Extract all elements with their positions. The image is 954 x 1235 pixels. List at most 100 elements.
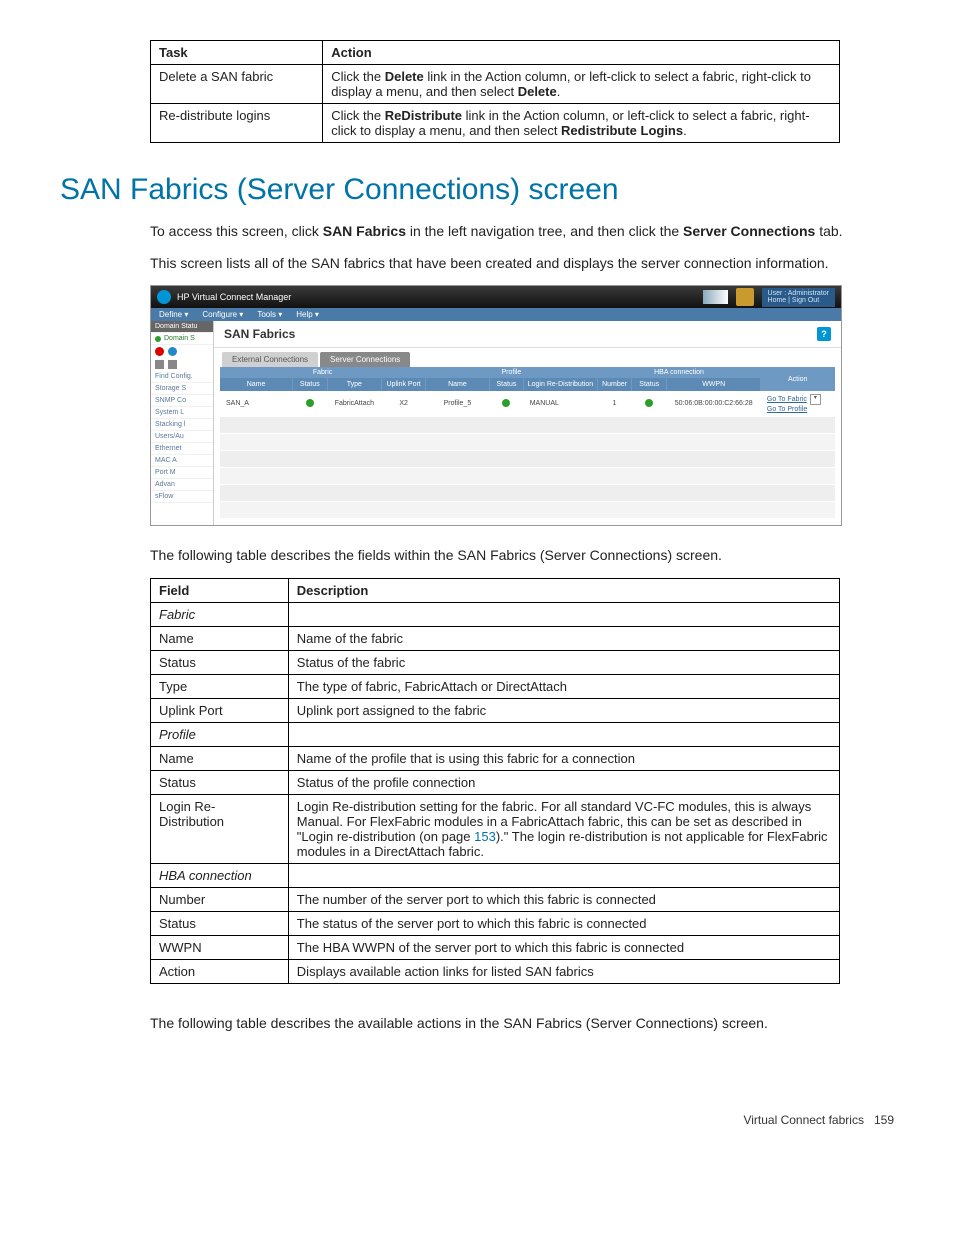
cell-action: Click the ReDistribute link in the Actio… <box>323 104 840 143</box>
filter-icon[interactable] <box>168 347 177 356</box>
status-ok-icon <box>502 399 510 407</box>
user-info-box[interactable]: User : Administrator Home | Sign Out <box>762 288 835 307</box>
app-titlebar: HP Virtual Connect Manager User : Admini… <box>151 286 841 308</box>
table-row: NameName of the fabric <box>151 626 840 650</box>
tab-external-connections[interactable]: External Connections <box>222 352 318 367</box>
table-row: ActionDisplays available action links fo… <box>151 959 840 983</box>
cell-task: Delete a SAN fabric <box>151 65 323 104</box>
cell-action: Click the Delete link in the Action colu… <box>323 65 840 104</box>
cell-task: Re-distribute logins <box>151 104 323 143</box>
cell-status <box>293 391 328 417</box>
table-row-empty <box>220 434 835 451</box>
sidebar-item[interactable]: Storage S <box>151 383 213 395</box>
table-row[interactable]: SAN_A FabricAttach X2 Profile_5 MANUAL 1… <box>220 391 835 417</box>
cell-fabric-name: SAN_A <box>220 391 293 417</box>
table-row: NameName of the profile that is using th… <box>151 746 840 770</box>
status-ok-icon <box>645 399 653 407</box>
sidebar-item[interactable]: sFlow <box>151 491 213 503</box>
home-icon[interactable] <box>736 288 754 306</box>
cell-uplink: X2 <box>382 391 426 417</box>
table-row: NumberThe number of the server port to w… <box>151 887 840 911</box>
table-row-empty <box>220 451 835 468</box>
col-pstatus: Status <box>489 378 524 391</box>
table-row: StatusStatus of the profile connection <box>151 770 840 794</box>
menu-define[interactable]: Define ▾ <box>159 310 188 319</box>
col-login: Login Re-Distribution <box>524 378 597 391</box>
intro-para-2: This screen lists all of the SAN fabrics… <box>150 254 894 274</box>
table-row: HBA connection <box>151 863 840 887</box>
th-field: Field <box>151 578 289 602</box>
table-row: WWPNThe HBA WWPN of the server port to w… <box>151 935 840 959</box>
task-action-table: Task Action Delete a SAN fabric Click th… <box>150 40 840 143</box>
status-ok-icon <box>306 399 314 407</box>
sidebar-item[interactable]: Users/Au <box>151 431 213 443</box>
cell-hstatus <box>632 391 667 417</box>
hardware-icon[interactable] <box>155 360 164 369</box>
app-title: HP Virtual Connect Manager <box>177 292 291 302</box>
cell-profile-name: Profile_5 <box>426 391 490 417</box>
col-group-fabric: Fabric <box>220 367 426 378</box>
page-title-bar: SAN Fabrics ? <box>214 321 841 348</box>
table3-intro: The following table describes the availa… <box>150 1014 894 1034</box>
go-to-fabric-link[interactable]: Go To Fabric <box>767 396 807 403</box>
section-heading: SAN Fabrics (Server Connections) screen <box>60 173 894 207</box>
go-to-profile-link[interactable]: Go To Profile <box>767 406 807 413</box>
menu-tools[interactable]: Tools ▾ <box>257 310 282 319</box>
table-row-empty <box>220 417 835 434</box>
table-header-row: Task Action <box>151 41 840 65</box>
cell-wwpn: 50:06:0B:00:00:C2:66:28 <box>666 391 760 417</box>
table-row-empty <box>220 502 835 519</box>
hardware-icon[interactable] <box>168 360 177 369</box>
table-row: Uplink PortUplink port assigned to the f… <box>151 698 840 722</box>
menubar: Define ▾ Configure ▾ Tools ▾ Help ▾ <box>151 308 841 321</box>
table-row: TypeThe type of fabric, FabricAttach or … <box>151 674 840 698</box>
sidebar-item[interactable]: Port M <box>151 467 213 479</box>
sidebar-item[interactable]: MAC A <box>151 455 213 467</box>
dropdown-icon[interactable]: ▾ <box>810 394 821 405</box>
intro-para-1: To access this screen, click SAN Fabrics… <box>150 222 894 242</box>
hp-logo-icon <box>157 290 171 304</box>
tab-server-connections[interactable]: Server Connections <box>320 352 410 367</box>
sidebar-header: Domain Statu <box>151 321 213 333</box>
col-group-hba: HBA connection <box>597 367 761 378</box>
col-action: Action <box>761 367 835 391</box>
col-name: Name <box>220 378 293 391</box>
table-row: Login Re-Distribution Login Re-distribut… <box>151 794 840 863</box>
table-row: Delete a SAN fabric Click the Delete lin… <box>151 65 840 104</box>
table-row: StatusThe status of the server port to w… <box>151 911 840 935</box>
col-hstatus: Status <box>632 378 667 391</box>
sidebar-item[interactable]: Find Config. <box>151 371 213 383</box>
sidebar-item[interactable]: Advan <box>151 479 213 491</box>
status-error-icon[interactable] <box>155 347 164 356</box>
sidebar-item[interactable]: Stacking l <box>151 419 213 431</box>
sidebar-item[interactable]: Ethernet <box>151 443 213 455</box>
help-icon[interactable]: ? <box>817 327 831 341</box>
table-row: StatusStatus of the fabric <box>151 650 840 674</box>
cell-action: Go To Fabric▾ Go To Profile <box>761 391 835 417</box>
sidebar-item[interactable]: SNMP Co <box>151 395 213 407</box>
data-grid: Fabric Profile HBA connection Action Nam… <box>214 367 841 525</box>
table-row: Re-distribute logins Click the ReDistrib… <box>151 104 840 143</box>
cell-pstatus <box>489 391 524 417</box>
cell-number: 1 <box>597 391 632 417</box>
col-number: Number <box>597 378 632 391</box>
col-status: Status <box>293 378 328 391</box>
page-title: SAN Fabrics <box>224 327 295 341</box>
table-row: Fabric <box>151 602 840 626</box>
table-row-empty <box>220 468 835 485</box>
sidebar-item[interactable]: Domain S <box>151 333 213 345</box>
th-action: Action <box>323 41 840 65</box>
page-link-153[interactable]: 153 <box>474 829 496 844</box>
menu-help[interactable]: Help ▾ <box>296 310 319 319</box>
th-task: Task <box>151 41 323 65</box>
col-wwpn: WWPN <box>666 378 760 391</box>
menu-configure[interactable]: Configure ▾ <box>202 310 243 319</box>
sidebar: Domain Statu Domain S Find Config. Stora… <box>151 321 214 525</box>
cell-login-redist: MANUAL <box>524 391 597 417</box>
page-footer: Virtual Connect fabrics 159 <box>60 1113 894 1127</box>
table2-intro: The following table describes the fields… <box>150 546 894 566</box>
col-type: Type <box>327 378 381 391</box>
sidebar-item[interactable]: System L <box>151 407 213 419</box>
tab-bar: External Connections Server Connections <box>214 348 841 367</box>
th-description: Description <box>288 578 839 602</box>
